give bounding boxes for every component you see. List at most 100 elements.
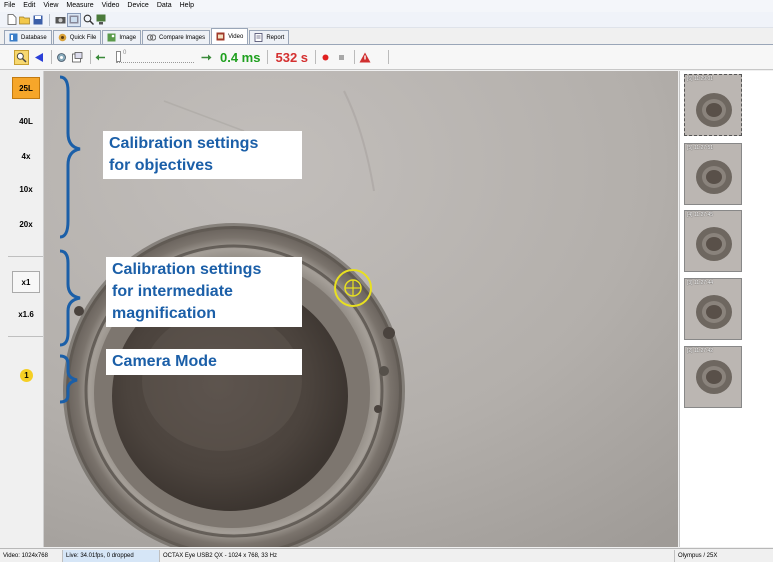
status-bar: Video: 1024x768 Live: 34.01fps, 0 droppe… (0, 548, 773, 563)
tab-compare-images[interactable]: Compare Images (142, 30, 211, 44)
menu-video[interactable]: Video (98, 0, 124, 12)
thumbnail-image (685, 279, 741, 339)
position-slider[interactable]: 0 (116, 49, 194, 63)
callout-line: Camera Mode (112, 353, 217, 370)
step-back-icon[interactable] (94, 51, 107, 64)
camera-icon[interactable] (54, 14, 66, 26)
intermediate-x1-button[interactable]: x1 (12, 271, 40, 293)
tab-image[interactable]: Image (102, 30, 142, 44)
stop-icon[interactable] (335, 51, 348, 64)
toolbar-separator (49, 13, 50, 26)
tab-report[interactable]: Report (249, 30, 290, 44)
window-bottom-edge (0, 562, 773, 569)
magnifier-icon[interactable] (14, 49, 29, 65)
callout-line: Calibration settings (112, 261, 262, 278)
intermediate-label: x1.6 (18, 309, 34, 319)
thumbnail-item[interactable]: [5] 11:27:51 (684, 143, 742, 205)
tab-label: Compare Images (159, 34, 206, 41)
objective-40l-button[interactable]: 40L (12, 110, 40, 132)
menu-bar: File Edit View Measure Video Device Data… (0, 0, 773, 12)
save-icon[interactable] (32, 14, 44, 26)
video-controls: 0 0.4 ms 532 s (0, 45, 773, 70)
menu-edit[interactable]: Edit (19, 0, 39, 12)
live-video-view[interactable]: Calibration settings for objectives Cali… (44, 71, 678, 547)
tab-label: Report (266, 34, 285, 41)
separator (388, 50, 390, 64)
main-tabs: Database Quick File Image Compare Images… (0, 28, 773, 45)
tab-label: Video (228, 33, 244, 40)
tab-label: Database (21, 34, 47, 41)
thumbnail-item[interactable]: [6] 11:29:01 (684, 74, 742, 136)
tab-video[interactable]: Video (211, 28, 249, 44)
status-live: Live: 34.01fps, 0 dropped (63, 550, 160, 562)
status-objective: Olympus / 25X (678, 553, 718, 559)
menu-data[interactable]: Data (153, 0, 176, 12)
warning-icon[interactable] (358, 51, 371, 64)
video-icon (216, 32, 225, 41)
properties-icon[interactable] (71, 51, 84, 64)
thumbnail-label: [2] 11:27:42 (687, 348, 714, 354)
thumbnail-label: [6] 11:29:01 (687, 76, 714, 82)
objective-label: 25L (19, 83, 33, 93)
monitor-icon[interactable] (95, 14, 107, 26)
quick-file-icon (58, 33, 67, 42)
menu-view[interactable]: View (39, 0, 62, 12)
intermediate-x1-6-button[interactable]: x1.6 (12, 303, 40, 325)
main-toolbar (0, 12, 773, 28)
thumbnail-item[interactable]: [4] 11:27:45 (684, 210, 742, 272)
new-doc-icon[interactable] (6, 14, 18, 26)
callout-line: for intermediate (112, 283, 233, 300)
strip-divider (8, 336, 43, 337)
objective-25l-button[interactable]: 25L (12, 77, 40, 99)
intermediate-callout: Calibration settings for intermediate ma… (106, 257, 302, 327)
back-arrow-icon[interactable] (32, 51, 45, 64)
callout-line: Calibration settings (109, 135, 259, 152)
step-forward-icon[interactable] (200, 51, 213, 64)
separator (315, 50, 317, 64)
menu-file[interactable]: File (0, 0, 19, 12)
status-video: Video: 1024x768 (0, 550, 63, 562)
objective-20x-button[interactable]: 20x (12, 213, 40, 235)
intermediate-label: x1 (21, 277, 31, 287)
objective-label: 10x (19, 184, 33, 194)
compare-icon (146, 33, 157, 42)
objective-label: 40L (19, 116, 33, 126)
tab-quick-file[interactable]: Quick File (52, 30, 102, 44)
zoom-icon[interactable] (82, 14, 94, 26)
database-icon (9, 33, 18, 42)
thumbnail-label: [5] 11:27:51 (687, 145, 714, 151)
camera-mode-button[interactable]: 1 (20, 369, 33, 382)
objective-4x-button[interactable]: 4x (12, 145, 40, 167)
slider-thumb[interactable] (116, 50, 121, 62)
snapshot-thumbnails: [6] 11:29:01 [5] 11:27:51 [4] 11:27:45 [… (679, 71, 773, 547)
open-folder-icon[interactable] (19, 14, 31, 26)
separator (51, 50, 52, 64)
menu-measure[interactable]: Measure (62, 0, 97, 12)
thumbnail-item[interactable]: [2] 11:27:42 (684, 346, 742, 408)
application-window: File Edit View Measure Video Device Data… (0, 0, 773, 569)
menu-device[interactable]: Device (123, 0, 152, 12)
tab-database[interactable]: Database (4, 30, 52, 44)
slider-value: 0 (123, 49, 127, 56)
thumbnail-image (685, 144, 741, 204)
total-time: 532 s (275, 49, 309, 65)
status-device: OCTAX Eye USB2 QX - 1024 x 768, 33 Hz (160, 550, 675, 562)
camera-mode-callout: Camera Mode (106, 349, 302, 375)
settings-icon[interactable] (55, 51, 68, 64)
separator (90, 50, 91, 64)
objective-label: 4x (21, 151, 31, 161)
capture-icon[interactable] (67, 12, 81, 27)
separator (354, 50, 356, 64)
objectives-callout: Calibration settings for objectives (103, 131, 302, 179)
thumbnail-label: [4] 11:27:45 (687, 212, 714, 218)
separator (267, 50, 269, 64)
objective-10x-button[interactable]: 10x (12, 178, 40, 200)
strip-divider (8, 256, 43, 257)
thumbnail-image (685, 75, 741, 135)
tab-label: Image (119, 34, 137, 41)
thumbnail-label: [3] 11:27:44 (687, 280, 714, 286)
record-icon[interactable] (319, 51, 332, 64)
menu-help[interactable]: Help (176, 0, 198, 12)
camera-mode-label: 1 (24, 371, 29, 380)
thumbnail-item[interactable]: [3] 11:27:44 (684, 278, 742, 340)
